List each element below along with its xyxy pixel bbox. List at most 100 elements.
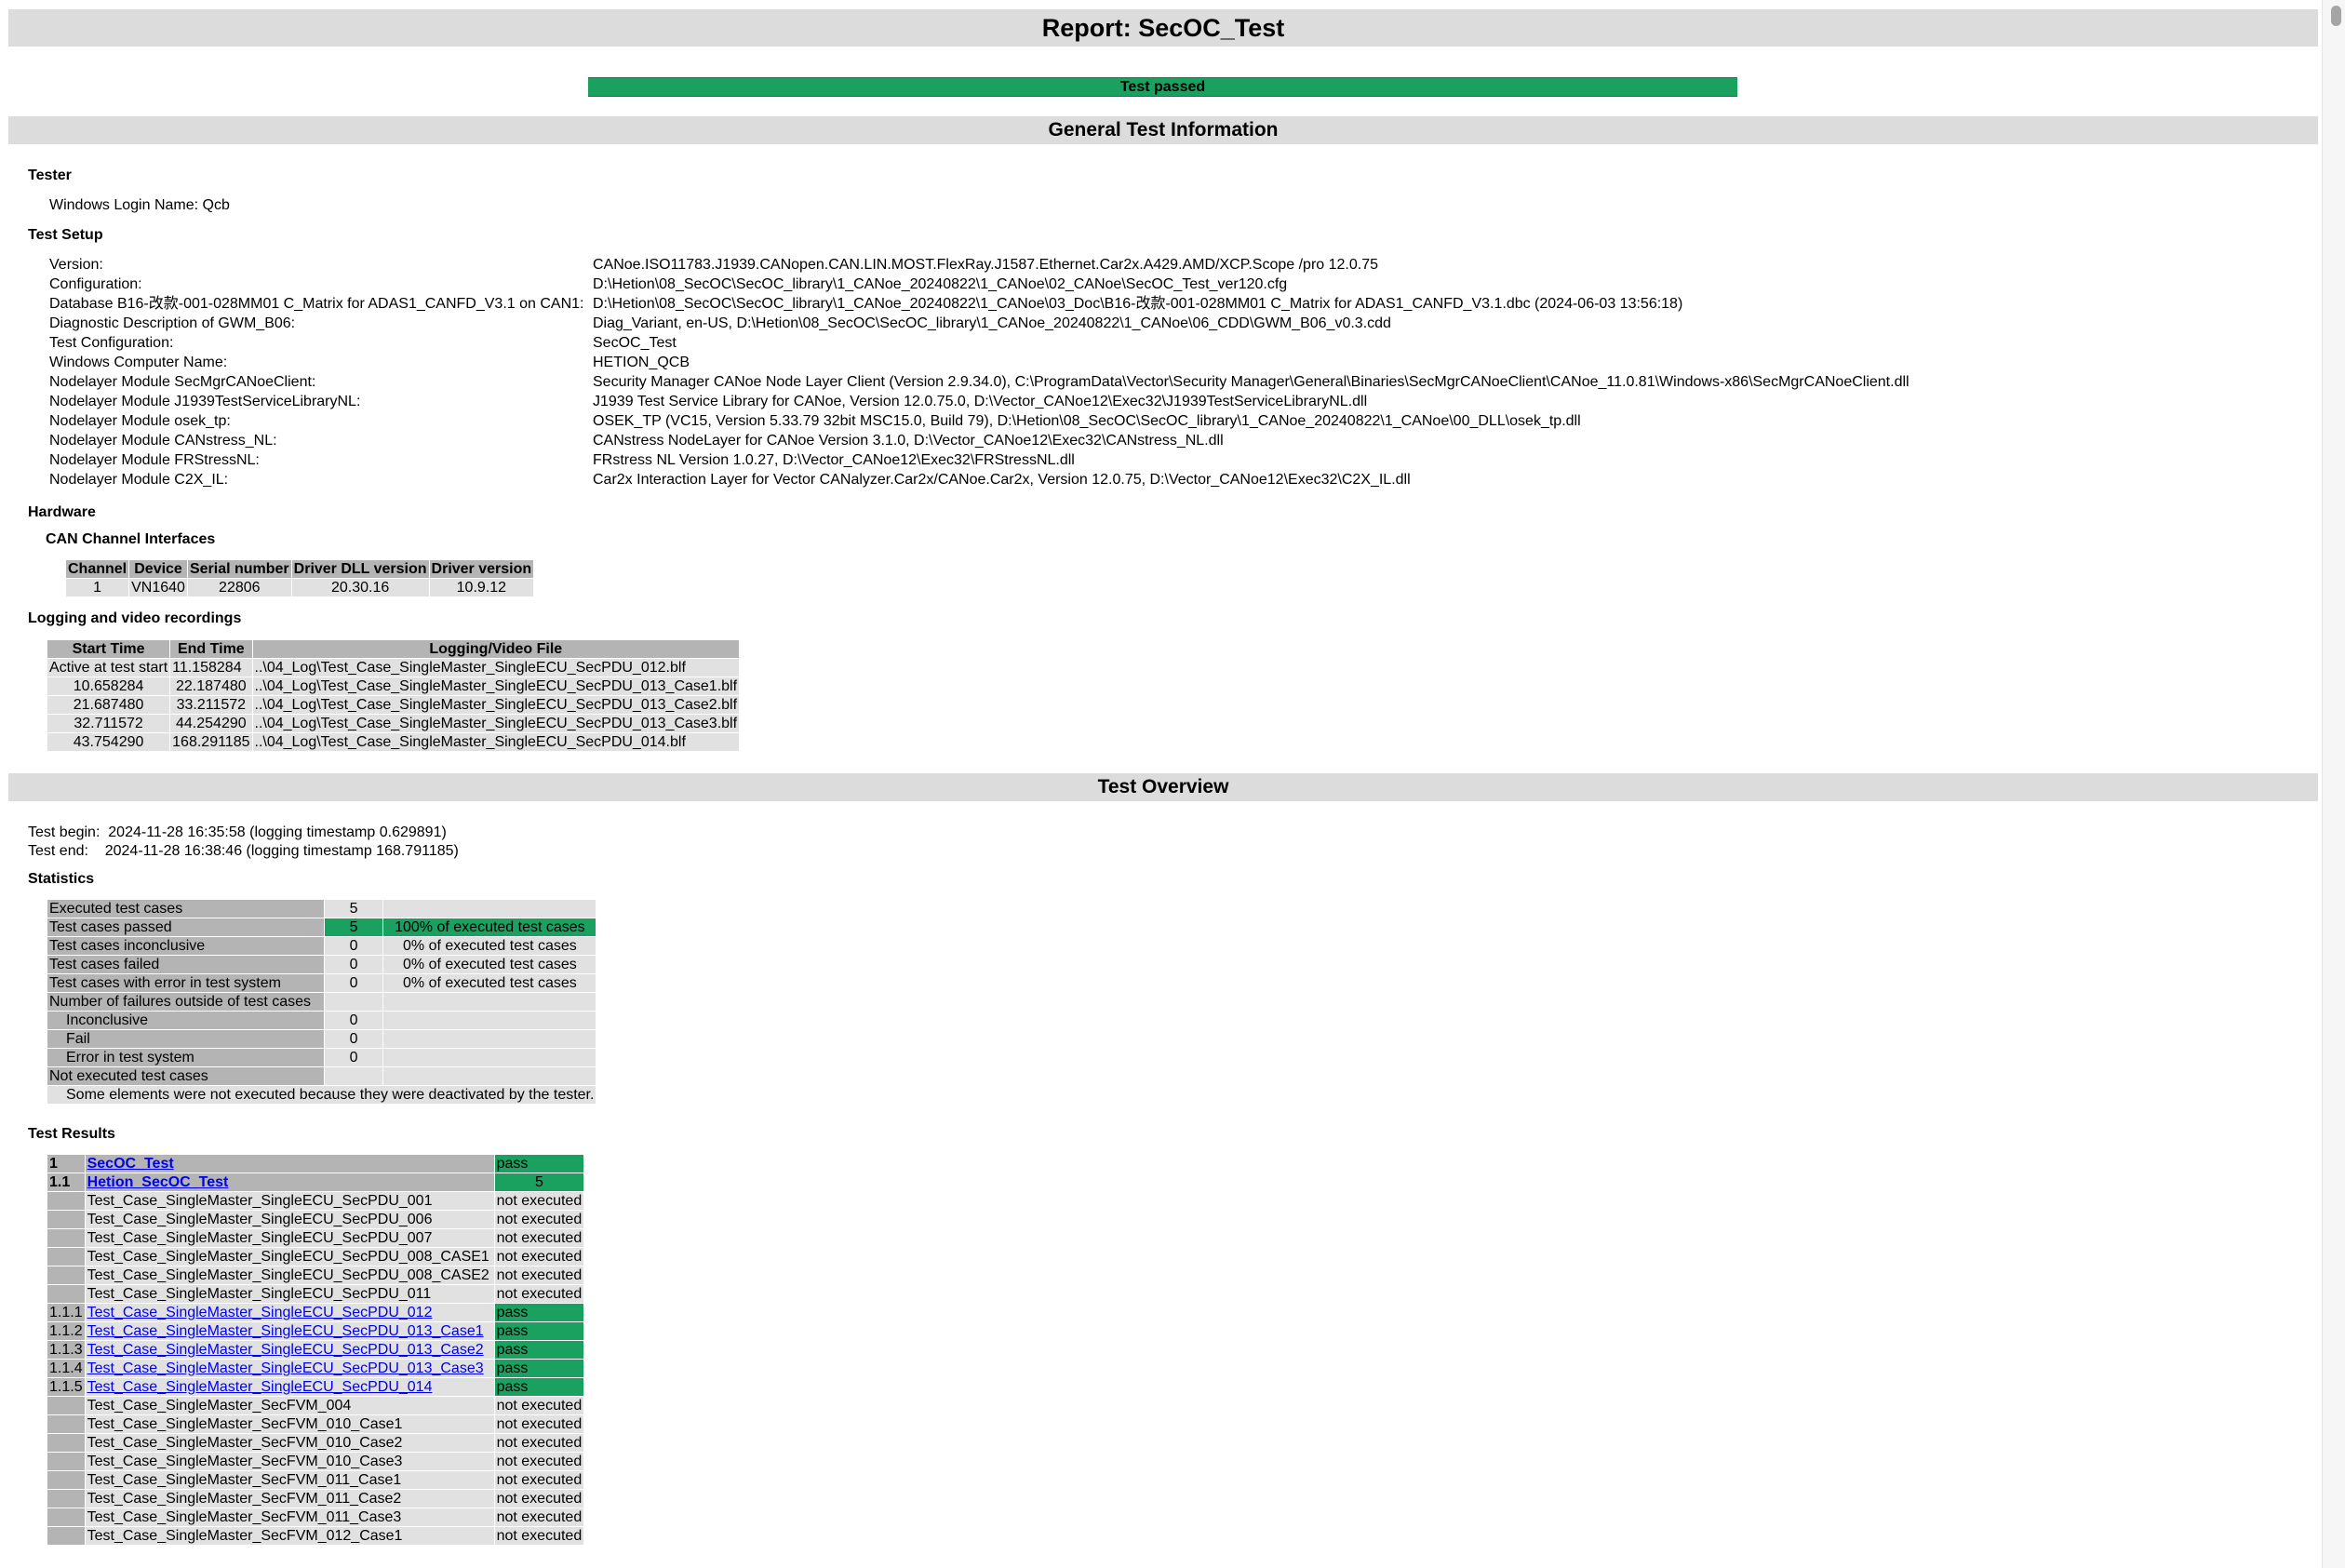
setup-row: Windows Computer Name: HETION_QCB — [45, 353, 1910, 372]
result-status: not executed — [494, 1192, 584, 1210]
log-column-header: End Time — [170, 640, 252, 658]
result-row: Test_Case_SingleMaster_SingleECU_SecPDU_… — [47, 1266, 584, 1284]
result-id — [47, 1490, 85, 1508]
result-link[interactable]: Test_Case_SingleMaster_SingleECU_SecPDU_… — [87, 1360, 484, 1376]
result-row: 1 SecOC_Test pass — [47, 1155, 584, 1173]
report-page: Report: SecOC_Test Test passed General T… — [0, 0, 2323, 1568]
result-status: pass — [494, 1341, 584, 1359]
setup-value: HETION_QCB — [593, 355, 690, 370]
vertical-scrollbar[interactable] — [2322, 0, 2345, 1568]
result-name-cell: Test_Case_SingleMaster_SingleECU_SecPDU_… — [85, 1304, 494, 1321]
setup-key: Windows Computer Name: — [49, 355, 228, 370]
stats-row-out-fail: Fail 0 — [47, 1030, 596, 1048]
result-id — [47, 1192, 85, 1210]
result-id — [47, 1266, 85, 1284]
log-file: ..\04_Log\Test_Case_SingleMaster_SingleE… — [252, 677, 740, 695]
stats-row-failed: Test cases failed 0 0% of executed test ca… — [47, 956, 596, 973]
log-time: 43.754290 — [47, 733, 170, 751]
hw-column-header: Device — [129, 560, 187, 578]
hw-column-header: Serial number — [187, 560, 291, 578]
result-id — [47, 1229, 85, 1247]
result-name-cell: Test_Case_SingleMaster_SingleECU_SecPDU_… — [85, 1229, 494, 1247]
log-file: ..\04_Log\Test_Case_SingleMaster_SingleE… — [252, 659, 740, 677]
result-row: Test_Case_SingleMaster_SecFVM_010_Case3 n… — [47, 1453, 584, 1470]
result-status: not executed — [494, 1415, 584, 1433]
setup-row: Nodelayer Module J1939TestServiceLibrary… — [45, 392, 1910, 411]
test-setup-table: Version: CANoe.ISO11783.J1939.CANopen.CAN… — [45, 255, 1910, 489]
result-name-cell: Test_Case_SingleMaster_SecFVM_010_Case3 — [85, 1453, 494, 1470]
hw-cell: 22806 — [187, 579, 291, 596]
login-line: Windows Login Name: Qcb — [49, 196, 230, 215]
result-link[interactable]: Test_Case_SingleMaster_SingleECU_SecPDU_… — [87, 1379, 433, 1395]
result-name-cell: Test_Case_SingleMaster_SecFVM_011_Case1 — [85, 1471, 494, 1489]
result-id — [47, 1248, 85, 1266]
stats-label: Number of failures outside of test cases — [47, 993, 324, 1011]
test-end-line: Test end: 2024-11-28 16:38:46 (logging t… — [28, 842, 459, 861]
result-status: not executed — [494, 1229, 584, 1247]
stats-label: Fail — [47, 1030, 324, 1048]
log-file: ..\04_Log\Test_Case_SingleMaster_SingleE… — [252, 733, 740, 751]
hw-cell: 10.9.12 — [429, 579, 534, 596]
test-end-value: 2024-11-28 16:38:46 (logging timestamp 1… — [104, 843, 459, 859]
setup-key: Nodelayer Module J1939TestServiceLibrary… — [49, 394, 361, 409]
setup-key: Nodelayer Module SecMgrCANoeClient: — [49, 374, 316, 390]
result-row: Test_Case_SingleMaster_SecFVM_011_Case1 n… — [47, 1471, 584, 1489]
result-id — [47, 1453, 85, 1470]
stats-label: Inconclusive — [47, 1012, 324, 1029]
stats-row-not-executed: Not executed test cases — [47, 1067, 596, 1085]
result-status: not executed — [494, 1266, 584, 1284]
stats-value: 0 — [324, 974, 383, 992]
setup-value: SecOC_Test — [593, 335, 677, 351]
test-begin-label: Test begin: — [28, 824, 100, 840]
can-interfaces-table: Channel Device Serial number Driver DLL ver… — [65, 559, 534, 597]
setup-value: CANoe.ISO11783.J1939.CANopen.CAN.LIN.MOS… — [593, 257, 1378, 273]
log-row: 43.754290 168.291185 ..\04_Log\Test_Case_S… — [47, 733, 740, 751]
setup-row: Diagnostic Description of GWM_B06: Diag_V… — [45, 314, 1910, 333]
log-row: 21.687480 33.211572 ..\04_Log\Test_Case_Si… — [47, 696, 740, 714]
stats-value: 5 — [324, 900, 383, 918]
result-id: 1 — [47, 1155, 85, 1173]
setup-row: Nodelayer Module C2X_IL: Car2x Interactio… — [45, 470, 1910, 489]
login-label: Windows Login Name: — [49, 197, 199, 213]
stats-percent: 0% of executed test cases — [383, 956, 596, 973]
result-link[interactable]: Hetion_SecOC_Test — [87, 1174, 229, 1190]
result-name-cell: Test_Case_SingleMaster_SingleECU_SecPDU_… — [85, 1211, 494, 1228]
result-status: not executed — [494, 1397, 584, 1414]
stats-row-out-inconclusive: Inconclusive 0 — [47, 1012, 596, 1029]
scrollbar-thumb[interactable] — [2331, 6, 2341, 26]
hw-row: 1 VN1640 22806 20.30.16 10.9.12 — [66, 579, 534, 596]
log-time: Active at test start — [47, 659, 170, 677]
result-row: 1.1.4 Test_Case_SingleMaster_SingleECU_Se… — [47, 1360, 584, 1377]
result-status: pass — [494, 1378, 584, 1396]
result-status: not executed — [494, 1434, 584, 1452]
log-row: Active at test start 11.158284 ..\04_Log\T… — [47, 659, 740, 677]
result-link[interactable]: Test_Case_SingleMaster_SingleECU_SecPDU_… — [87, 1305, 433, 1320]
result-status: not executed — [494, 1508, 584, 1526]
stats-label: Test cases failed — [47, 956, 324, 973]
result-name-cell: Test_Case_SingleMaster_SecFVM_011_Case2 — [85, 1490, 494, 1508]
stats-percent: 0% of executed test cases — [383, 974, 596, 992]
result-row: Test_Case_SingleMaster_SingleECU_SecPDU_… — [47, 1229, 584, 1247]
setup-value: D:\Hetion\08_SecOC\SecOC_library\1_CANoe… — [593, 296, 1683, 312]
log-column-header: Logging/Video File — [252, 640, 740, 658]
result-name-cell: Test_Case_SingleMaster_SingleECU_SecPDU_… — [85, 1322, 494, 1340]
result-name-cell: Hetion_SecOC_Test — [85, 1173, 494, 1191]
stats-label: Error in test system — [47, 1049, 324, 1066]
login-value: Qcb — [202, 197, 230, 213]
setup-value: Car2x Interaction Layer for Vector CANal… — [593, 472, 1411, 488]
stats-value: 0 — [324, 956, 383, 973]
log-row: 32.711572 44.254290 ..\04_Log\Test_Case_Si… — [47, 715, 740, 732]
result-link[interactable]: Test_Case_SingleMaster_SingleECU_SecPDU_… — [87, 1323, 484, 1339]
result-link[interactable]: SecOC_Test — [87, 1156, 174, 1172]
result-status: 5 — [494, 1173, 584, 1191]
test-results-table: 1 SecOC_Test pass 1.1 Hetion_SecOC_Test 5 Test… — [47, 1154, 584, 1546]
log-time: 168.291185 — [170, 733, 252, 751]
log-time: 32.711572 — [47, 715, 170, 732]
stats-label: Executed test cases — [47, 900, 324, 918]
setup-row: Nodelayer Module SecMgrCANoeClient: Secur… — [45, 372, 1910, 392]
result-id: 1.1.4 — [47, 1360, 85, 1377]
stats-label: Test cases passed — [47, 918, 324, 936]
stats-value: 0 — [324, 1030, 383, 1048]
result-link[interactable]: Test_Case_SingleMaster_SingleECU_SecPDU_… — [87, 1342, 484, 1358]
hw-column-header: Driver DLL version — [291, 560, 429, 578]
